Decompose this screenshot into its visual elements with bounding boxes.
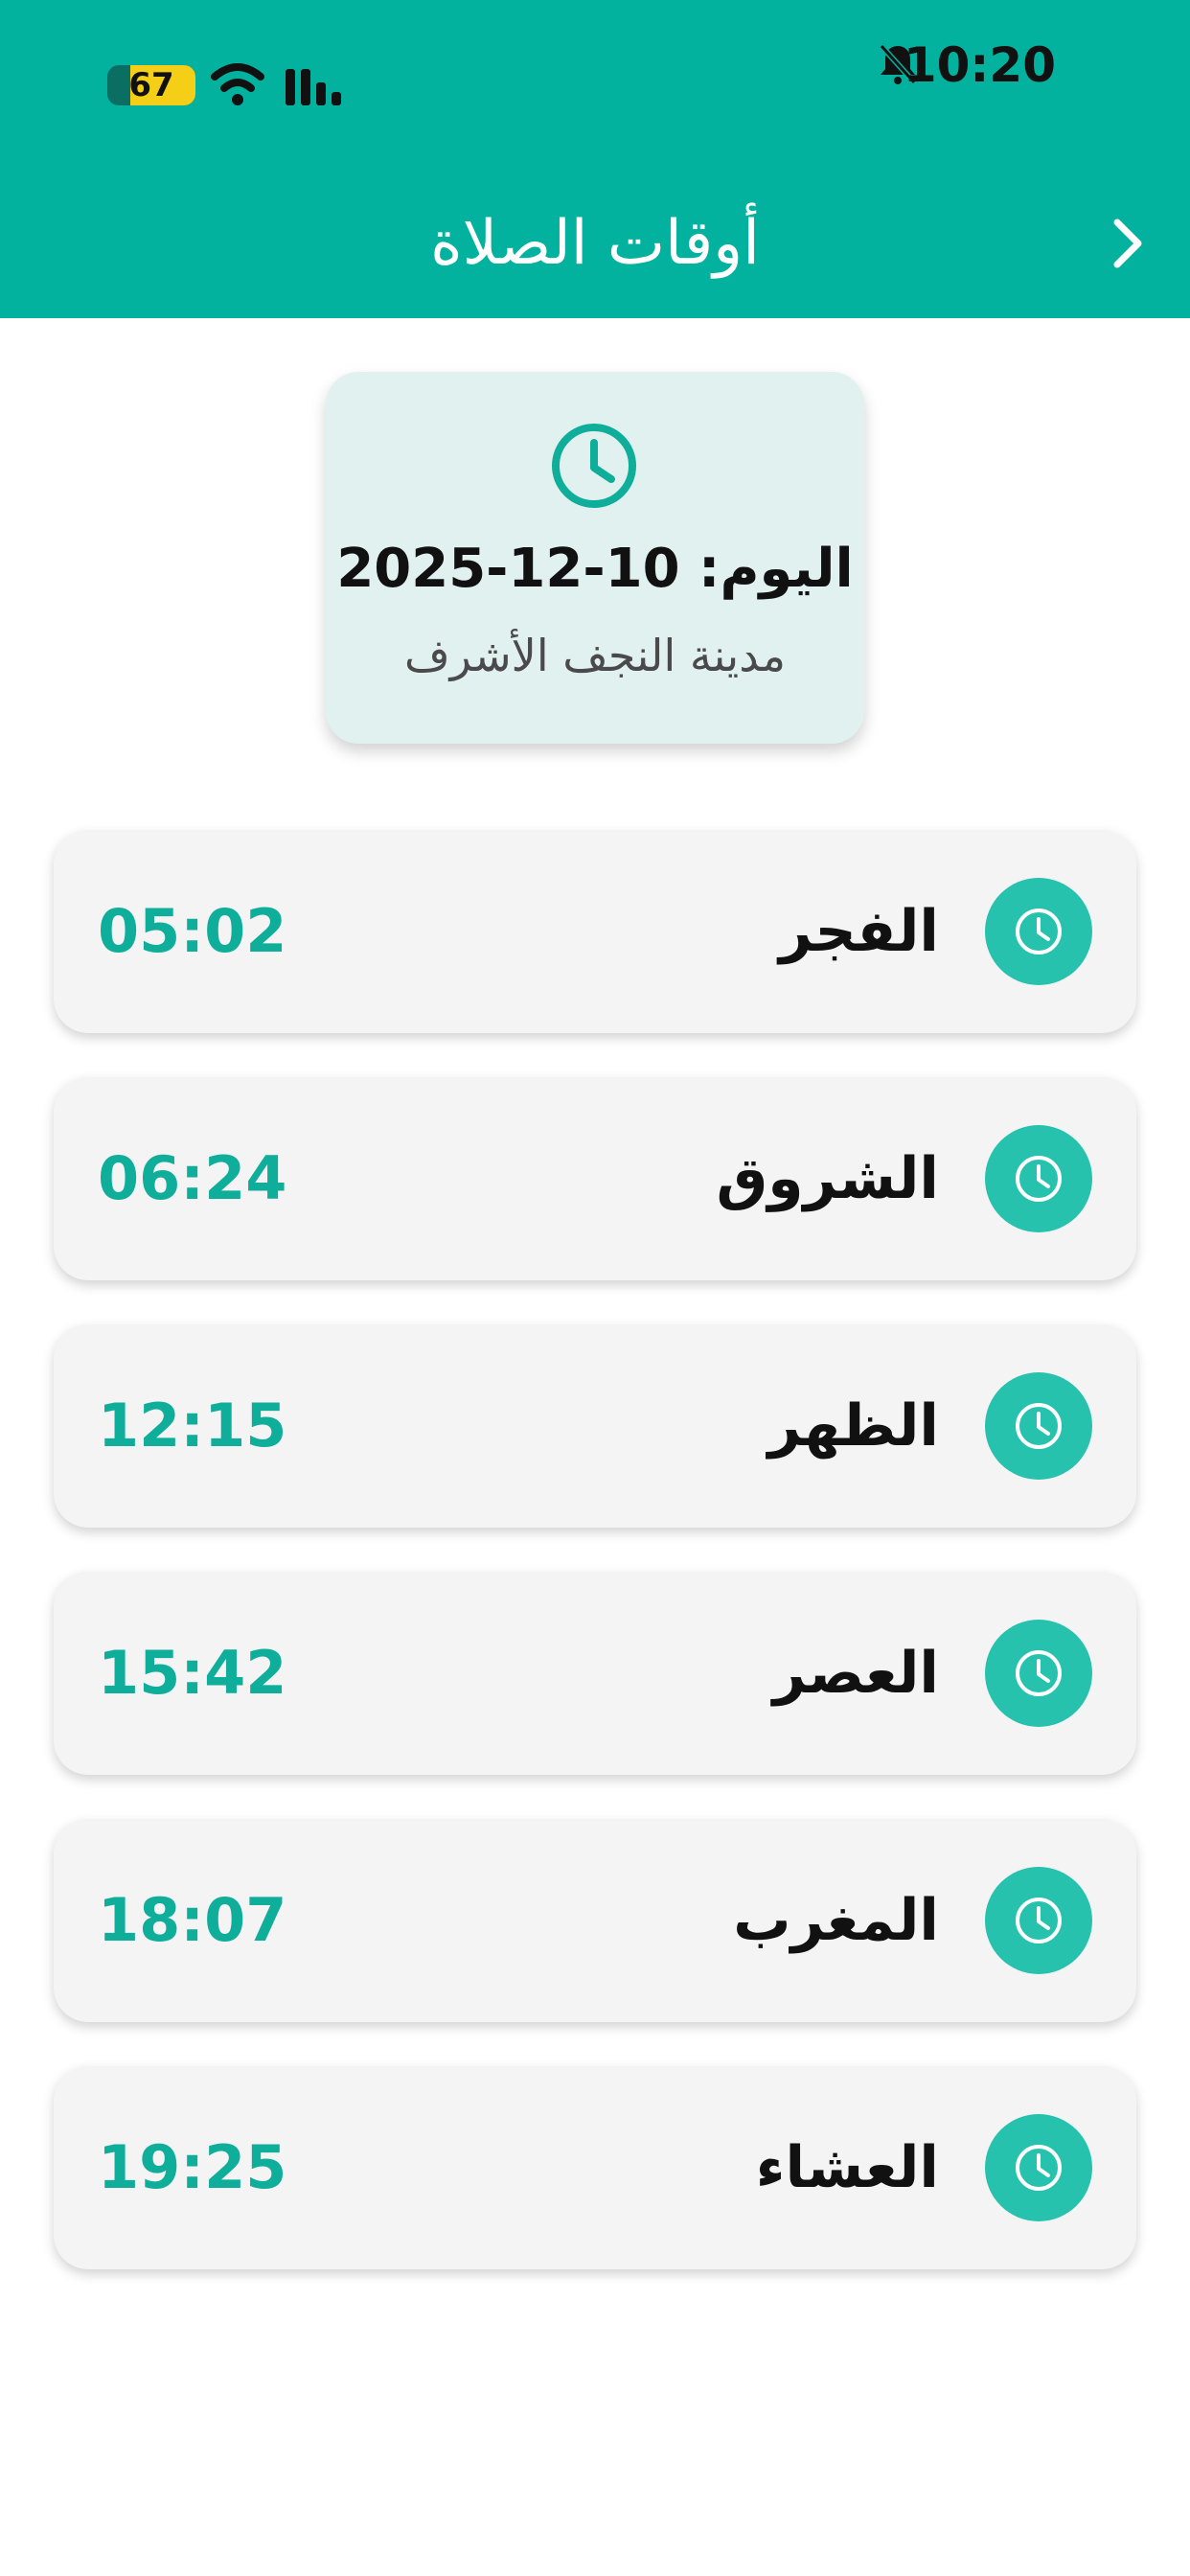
prayer-name: الشروق <box>716 1145 939 1212</box>
page-title: أوقات الصلاة <box>430 208 760 279</box>
signal-icon <box>286 69 341 105</box>
prayer-name: الفجر <box>779 898 939 965</box>
prayer-time: 06:24 <box>98 1143 287 1213</box>
prayer-time: 18:07 <box>98 1885 287 1955</box>
prayer-name: المغرب <box>733 1887 939 1954</box>
prayer-name: العشاء <box>755 2134 939 2201</box>
status-time: 10:20 <box>903 37 1056 93</box>
prayer-row-isha: 19:25 العشاء <box>54 2066 1136 2269</box>
battery-level: 67 <box>128 66 174 104</box>
app-header: 67 10:20 أوقات الصلاة <box>0 0 1190 318</box>
clock-icon <box>985 1867 1092 1974</box>
prayer-row-fajr: 05:02 الفجر <box>54 830 1136 1033</box>
current-date: اليوم: 10-12-2025 <box>336 538 854 600</box>
prayer-row-asr: 15:42 العصر <box>54 1572 1136 1775</box>
clock-icon <box>985 1125 1092 1232</box>
chevron-right-icon[interactable] <box>1088 205 1165 282</box>
clock-icon <box>552 424 636 508</box>
prayer-row-sunrise: 06:24 الشروق <box>54 1077 1136 1280</box>
clock-icon <box>985 878 1092 985</box>
prayer-name: الظهر <box>767 1392 939 1460</box>
prayer-time: 15:42 <box>98 1638 287 1708</box>
clock-icon <box>985 1620 1092 1727</box>
prayer-time: 05:02 <box>98 896 287 966</box>
prayer-time: 19:25 <box>98 2132 287 2202</box>
clock-icon <box>985 2114 1092 2221</box>
prayer-time: 12:15 <box>98 1391 287 1460</box>
prayer-name: العصر <box>772 1640 939 1707</box>
wifi-icon <box>211 63 264 105</box>
date-card: اليوم: 10-12-2025 مدينة النجف الأشرف <box>326 372 864 744</box>
clock-icon <box>985 1372 1092 1480</box>
prayer-row-maghrib: 18:07 المغرب <box>54 1819 1136 2022</box>
prayer-row-dhuhr: 12:15 الظهر <box>54 1324 1136 1528</box>
battery-icon: 67 <box>107 65 195 105</box>
city-name: مدينة النجف الأشرف <box>404 630 786 681</box>
